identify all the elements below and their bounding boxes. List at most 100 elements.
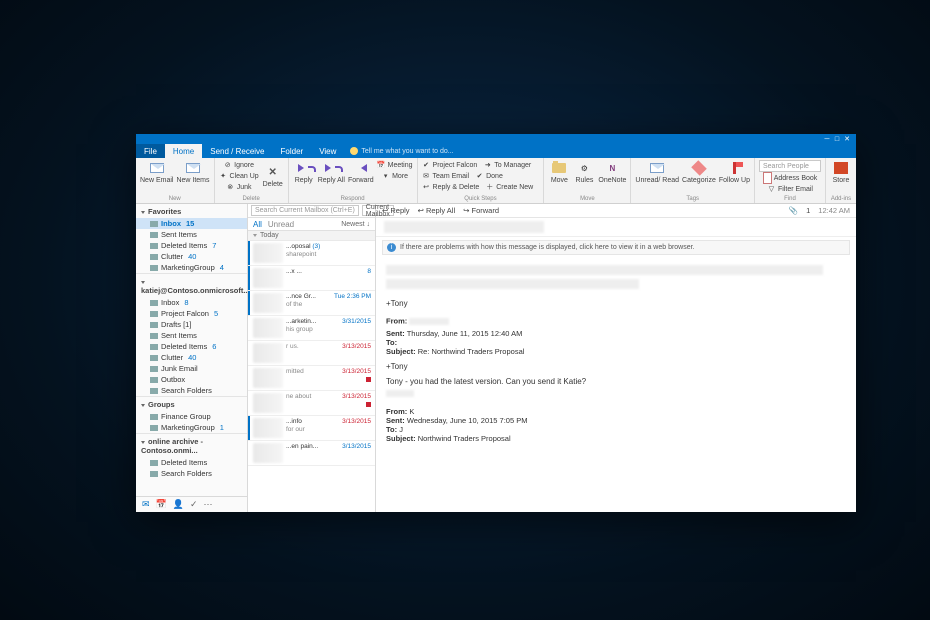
folder-icon bbox=[150, 254, 158, 260]
filter-unread[interactable]: Unread bbox=[268, 220, 294, 229]
rp-reply-all-button[interactable]: ↩ Reply All bbox=[418, 206, 456, 215]
more-views-button[interactable]: ⋯ bbox=[204, 499, 213, 510]
folder-item[interactable]: Junk Email bbox=[136, 363, 247, 374]
quickstep-createnew[interactable]: ＋Create New bbox=[485, 182, 533, 192]
mail-view-button[interactable]: ✉ bbox=[142, 499, 150, 510]
group-label: New bbox=[140, 196, 210, 202]
quickstep-done[interactable]: ✔Done bbox=[475, 171, 503, 181]
tasks-view-button[interactable]: ✓ bbox=[190, 499, 198, 510]
outlook-window: ─ □ ✕ File Home Send / Receive Folder Vi… bbox=[136, 134, 856, 512]
reply-all-button[interactable]: Reply All bbox=[318, 160, 345, 184]
folder-item[interactable]: Project Falcon5 bbox=[136, 308, 247, 319]
reply-button[interactable]: Reply bbox=[293, 160, 315, 184]
sort-dropdown[interactable]: Newest ↓ bbox=[341, 221, 370, 228]
folder-item[interactable]: Deleted Items bbox=[136, 457, 247, 468]
unread-read-button[interactable]: Unread/ Read bbox=[635, 160, 679, 184]
rp-reply-button[interactable]: ↩ Reply bbox=[382, 206, 410, 215]
received-time: 12:42 AM bbox=[818, 206, 850, 215]
new-items-button[interactable]: New Items bbox=[176, 160, 209, 184]
broom-icon: ✦ bbox=[219, 172, 228, 181]
message-item[interactable]: ...arketin...his group3/31/2015 bbox=[248, 316, 375, 341]
quickstep-tomanager[interactable]: ➜To Manager bbox=[483, 160, 531, 170]
close-button[interactable]: ✕ bbox=[842, 135, 852, 143]
message-item[interactable]: ...infofor our3/13/2015 bbox=[248, 416, 375, 441]
tell-me-search[interactable]: Tell me what you want to do... bbox=[344, 144, 856, 158]
flag-icon bbox=[366, 352, 371, 357]
folder-item[interactable]: Inbox8 bbox=[136, 297, 247, 308]
junk-button[interactable]: ⊗Junk bbox=[219, 182, 259, 192]
minimize-button[interactable]: ─ bbox=[822, 135, 832, 143]
cleanup-button[interactable]: ✦Clean Up bbox=[219, 171, 259, 181]
move-button[interactable]: Move bbox=[548, 160, 570, 184]
folder-icon bbox=[150, 232, 158, 238]
onenote-button[interactable]: NOneNote bbox=[598, 160, 626, 184]
folder-item[interactable]: Sent Items bbox=[136, 229, 247, 240]
ribbon-group-delete: ⊘Ignore ✦Clean Up ⊗Junk ✕Delete Delete bbox=[215, 158, 289, 203]
arrow-icon: ➜ bbox=[483, 161, 492, 170]
tab-home[interactable]: Home bbox=[165, 144, 202, 158]
folder-icon bbox=[150, 333, 158, 339]
folder-item[interactable]: Clutter40 bbox=[136, 251, 247, 262]
rp-infobar[interactable]: i If there are problems with how this me… bbox=[382, 240, 850, 255]
delete-button[interactable]: ✕Delete bbox=[262, 160, 284, 192]
flag-icon bbox=[366, 452, 371, 457]
folder-item[interactable]: Search Folders bbox=[136, 468, 247, 479]
ignore-button[interactable]: ⊘Ignore bbox=[219, 160, 259, 170]
folder-item[interactable]: Sent Items bbox=[136, 330, 247, 341]
new-email-button[interactable]: New Email bbox=[140, 160, 173, 184]
more-respond-button[interactable]: ▾More bbox=[377, 171, 413, 181]
date-group-header[interactable]: Today bbox=[248, 231, 375, 241]
folder-icon bbox=[150, 311, 158, 317]
tab-folder[interactable]: Folder bbox=[273, 144, 312, 158]
quickstep-falcon[interactable]: ✔Project Falcon bbox=[422, 160, 478, 170]
folder-item[interactable]: Inbox15 bbox=[136, 218, 247, 229]
rules-button[interactable]: ⚙Rules bbox=[573, 160, 595, 184]
ribbon-tabs: File Home Send / Receive Folder View Tel… bbox=[136, 144, 856, 158]
mailbox-search-input[interactable]: Search Current Mailbox (Ctrl+E) bbox=[251, 205, 359, 216]
folder-item[interactable]: Drafts [1] bbox=[136, 319, 247, 330]
quickstep-teamemail[interactable]: ✉Team Email bbox=[422, 171, 470, 181]
message-item[interactable]: ...en pain...3/13/2015 bbox=[248, 441, 375, 466]
meeting-button[interactable]: 📅Meeting bbox=[377, 160, 413, 170]
folder-item[interactable]: Deleted Items6 bbox=[136, 341, 247, 352]
tab-file[interactable]: File bbox=[136, 144, 165, 158]
message-item[interactable]: mitted3/13/2015 bbox=[248, 366, 375, 391]
filter-all[interactable]: All bbox=[253, 220, 262, 229]
message-item[interactable]: ...oposal (3)sharepoint bbox=[248, 241, 375, 266]
message-item[interactable]: ...x ...8 bbox=[248, 266, 375, 291]
followup-button[interactable]: Follow Up bbox=[719, 160, 750, 184]
maximize-button[interactable]: □ bbox=[832, 135, 842, 143]
people-view-button[interactable]: 👤 bbox=[173, 499, 184, 510]
folder-item[interactable]: Clutter40 bbox=[136, 352, 247, 363]
message-item[interactable]: r us.3/13/2015 bbox=[248, 341, 375, 366]
store-button[interactable]: Store bbox=[830, 160, 852, 184]
search-people-input[interactable]: Search People bbox=[759, 160, 821, 172]
tab-send-receive[interactable]: Send / Receive bbox=[202, 144, 272, 158]
nav-section-account[interactable]: katiej@Contoso.onmicrosoft... bbox=[136, 273, 247, 297]
folder-item[interactable]: MarketingGroup4 bbox=[136, 262, 247, 273]
folder-item[interactable]: Deleted Items7 bbox=[136, 240, 247, 251]
calendar-view-button[interactable]: 📅 bbox=[156, 499, 167, 510]
folder-item[interactable]: MarketingGroup1 bbox=[136, 422, 247, 433]
folder-item[interactable]: Outbox bbox=[136, 374, 247, 385]
ribbon: New Email New Items New ⊘Ignore ✦Clean U… bbox=[136, 158, 856, 204]
nav-section-archive[interactable]: online archive - Contoso.onmi... bbox=[136, 433, 247, 457]
nav-section-groups[interactable]: Groups bbox=[136, 396, 247, 411]
filter-email-button[interactable]: ▽Filter Email bbox=[759, 184, 821, 194]
folder-icon bbox=[150, 300, 158, 306]
quickstep-replydelete[interactable]: ↩Reply & Delete bbox=[422, 182, 480, 192]
rp-header bbox=[376, 218, 856, 237]
message-item[interactable]: ...nce Gr...of theTue 2:36 PM bbox=[248, 291, 375, 316]
info-icon: i bbox=[387, 243, 396, 252]
nav-section-favorites[interactable]: Favorites bbox=[136, 204, 247, 218]
categorize-button[interactable]: Categorize bbox=[682, 160, 716, 184]
message-text: Tony - you had the latest version. Can y… bbox=[386, 377, 846, 386]
tab-view[interactable]: View bbox=[311, 144, 344, 158]
forward-button[interactable]: Forward bbox=[348, 160, 374, 184]
folder-item[interactable]: Finance Group bbox=[136, 411, 247, 422]
rules-icon: ⚙ bbox=[576, 160, 592, 176]
address-book-button[interactable]: Address Book bbox=[759, 173, 821, 183]
rp-forward-button[interactable]: ↪ Forward bbox=[463, 206, 499, 215]
message-item[interactable]: ne about3/13/2015 bbox=[248, 391, 375, 416]
folder-item[interactable]: Search Folders bbox=[136, 385, 247, 396]
